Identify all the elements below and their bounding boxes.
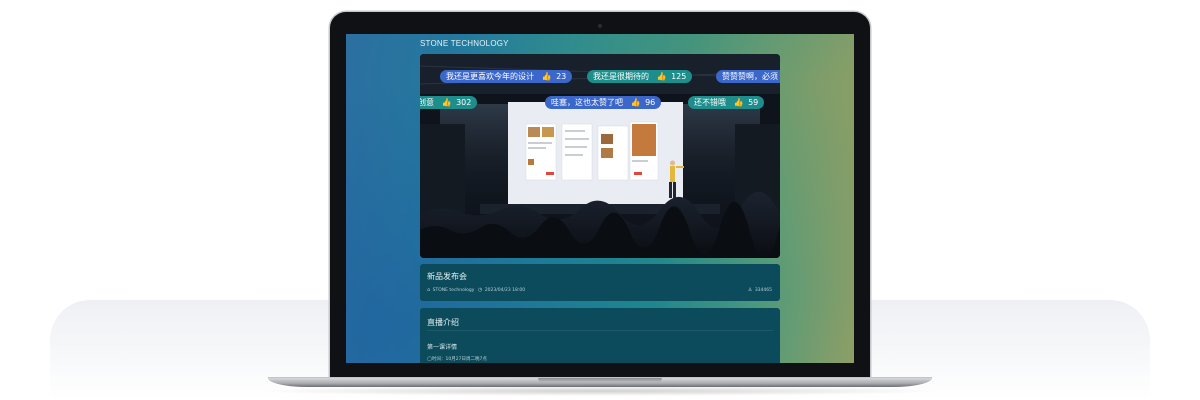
like-count: 23 <box>556 72 567 81</box>
viewers-icon: ♙ <box>747 287 753 293</box>
laptop-notch <box>538 378 662 382</box>
clock-icon: ◷ <box>478 287 483 293</box>
thumbs-up-icon: 👍 <box>733 98 744 107</box>
danmaku-item[interactable]: 创意 👍 302 <box>420 96 478 109</box>
event-organizer: ⌂ STONE technology <box>427 287 474 293</box>
thumbs-up-icon: 👍 <box>630 98 641 107</box>
danmaku-text: 创意 <box>420 98 434 107</box>
danmaku-text: 哇塞，这也太赞了吧 <box>551 98 623 107</box>
webcam <box>598 24 602 28</box>
danmaku-text: 我还是很期待的 <box>593 72 649 81</box>
danmaku-item[interactable]: 我还是更喜欢今年的设计 👍 23 <box>440 70 573 83</box>
danmaku-text: 还不错哦 <box>694 98 726 107</box>
lesson-title: 第一课详情 <box>427 344 458 351</box>
intro-title: 直播介绍 <box>427 318 459 327</box>
event-viewers: ♙ 334465 <box>748 287 772 293</box>
thumbs-up-icon: 👍 <box>441 98 452 107</box>
like-count: 302 <box>456 98 472 107</box>
danmaku-text: 赞赞赞啊，必须 <box>722 72 778 81</box>
laptop-screen: STONE TECHNOLOGY 我还是更喜欢今年的设计 👍 23 我还是很期待… <box>346 34 854 363</box>
like-count: 96 <box>645 98 656 107</box>
danmaku-item[interactable]: 还不错哦 👍 59 <box>688 96 765 109</box>
laptop-shadow <box>255 386 945 396</box>
like-count: 125 <box>671 72 687 81</box>
live-video-player[interactable]: 我还是更喜欢今年的设计 👍 23 我还是很期待的 👍 125 赞赞赞啊，必须 创… <box>420 54 780 258</box>
like-count: 59 <box>748 98 759 107</box>
danmaku-text: 我还是更喜欢今年的设计 <box>446 72 534 81</box>
lesson-time: ◯时间：10月27日周二晚7点 <box>427 357 487 362</box>
event-datetime: ◷ 2023/04/23 18:00 <box>478 287 525 293</box>
event-info-card: 新品发布会 ⌂ STONE technology ◷ 2023/04/23 18… <box>420 264 780 301</box>
event-title: 新品发布会 <box>427 272 467 281</box>
danmaku-item[interactable]: 我还是很期待的 👍 125 <box>587 70 693 83</box>
event-time: 2023/04/23 18:00 <box>484 288 526 293</box>
brand-title: STONE TECHNOLOGY <box>420 39 509 48</box>
danmaku-item[interactable]: 赞赞赞啊，必须 <box>716 70 780 83</box>
danmaku-item[interactable]: 哇塞，这也太赞了吧 👍 96 <box>545 96 662 109</box>
stage-scene <box>420 54 780 258</box>
user-icon: ⌂ <box>427 287 431 293</box>
live-intro-card: 直播介绍 第一课详情 ◯时间：10月27日周二晚7点 <box>420 308 780 363</box>
viewer-count: 334465 <box>754 288 772 293</box>
thumbs-up-icon: 👍 <box>656 72 667 81</box>
organizer-name: STONE technology <box>432 288 475 293</box>
divider <box>427 330 773 331</box>
thumbs-up-icon: 👍 <box>541 72 552 81</box>
